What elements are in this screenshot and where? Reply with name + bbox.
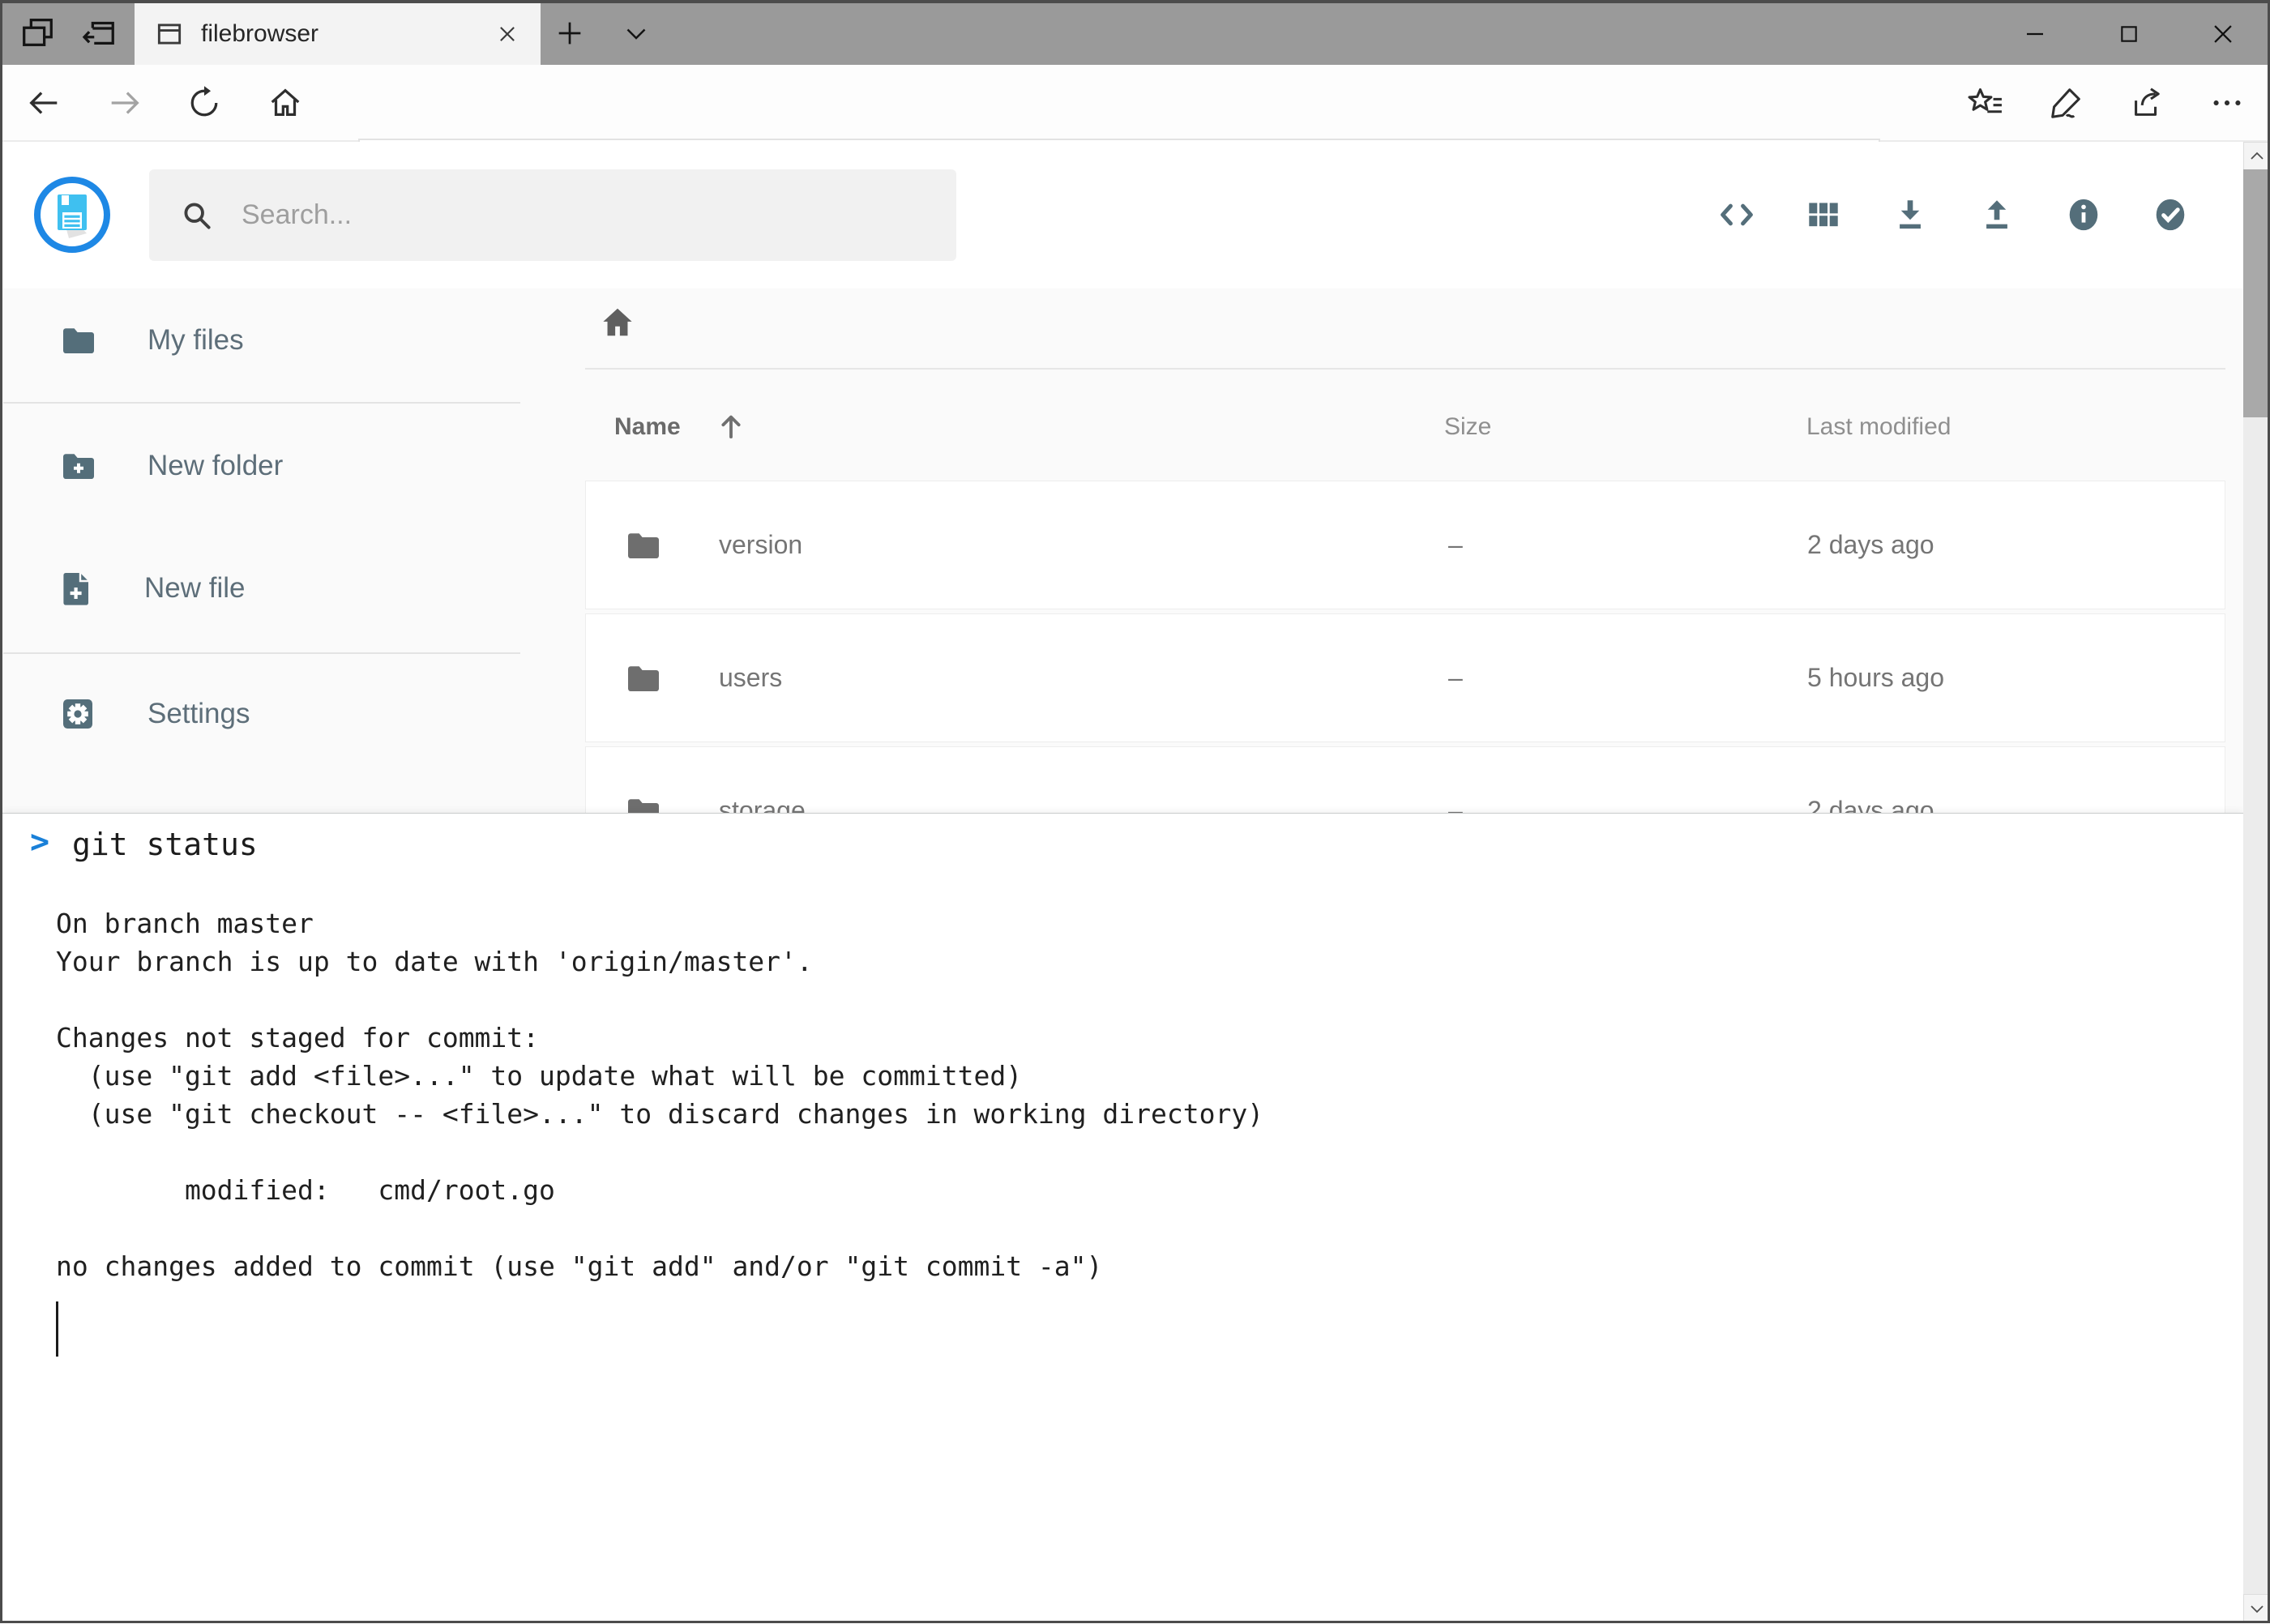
filebrowser-logo <box>34 177 110 253</box>
terminal-output: On branch master Your branch is up to da… <box>56 904 1263 1285</box>
create-folder-icon <box>58 447 97 485</box>
window-close-icon[interactable] <box>2176 3 2270 65</box>
sidebar-item-label: New file <box>144 572 245 605</box>
sidebar-divider <box>3 652 520 654</box>
file-name: users <box>719 614 782 741</box>
new-tab-icon[interactable] <box>548 11 592 55</box>
terminal-command: git status <box>72 827 258 862</box>
sidebar-item-label: Settings <box>147 698 250 730</box>
page-scrollbar[interactable] <box>2243 142 2270 1623</box>
filebrowser-header <box>2 142 2243 288</box>
table-row-version[interactable]: version – 2 days ago <box>585 481 2225 609</box>
column-header-modified[interactable]: Last modified <box>1806 413 1951 441</box>
file-modified: 2 days ago <box>1807 481 1934 609</box>
upload-icon[interactable] <box>1973 190 2021 239</box>
ink-pen-icon[interactable] <box>2043 80 2088 126</box>
browser-titlebar: filebrowser <box>0 0 2270 65</box>
floppy-disk-icon <box>49 190 95 240</box>
download-icon[interactable] <box>1886 190 1934 239</box>
minimize-icon[interactable] <box>1988 3 2082 65</box>
page-icon <box>154 19 185 49</box>
forward-icon[interactable] <box>102 80 147 126</box>
tab-close-icon[interactable] <box>495 22 519 46</box>
favorites-hub-icon[interactable] <box>1963 80 2008 126</box>
file-size: – <box>1448 481 1463 609</box>
set-tabs-aside-icon[interactable] <box>76 10 122 55</box>
sidebar-divider <box>3 402 520 404</box>
tab-filebrowser[interactable]: filebrowser <box>135 3 541 65</box>
sidebar-item-new-folder[interactable]: New folder <box>0 430 521 502</box>
file-modified: 5 hours ago <box>1807 614 1944 741</box>
maximize-icon[interactable] <box>2082 3 2176 65</box>
sidebar-item-new-file[interactable]: New file <box>0 553 521 624</box>
share-icon[interactable] <box>2124 80 2170 126</box>
arrow-up-icon <box>712 407 750 446</box>
scrollbar-thumb[interactable] <box>2243 169 2270 417</box>
scroll-down-icon[interactable] <box>2243 1594 2270 1623</box>
sidebar-item-my-files[interactable]: My files <box>0 305 521 376</box>
terminal-cursor <box>56 1301 58 1357</box>
folder-icon <box>58 321 97 360</box>
column-header-size[interactable]: Size <box>1444 413 1491 441</box>
breadcrumb-home-icon[interactable] <box>598 303 637 342</box>
terminal-prompt-chevron: > <box>30 823 49 861</box>
search-bar <box>149 169 956 261</box>
create-file-icon <box>58 569 94 608</box>
table-row-users[interactable]: users – 5 hours ago <box>585 613 2225 742</box>
sidebar-item-settings[interactable]: Settings <box>0 678 521 750</box>
file-name: version <box>719 481 802 609</box>
breadcrumb-divider <box>585 368 2225 370</box>
check-circle-icon[interactable] <box>2146 190 2195 239</box>
home-icon[interactable] <box>263 80 308 126</box>
ellipsis-icon[interactable] <box>2204 80 2250 126</box>
tab-preview-chevron-icon[interactable] <box>614 11 658 55</box>
settings-icon <box>58 694 97 733</box>
code-icon[interactable] <box>1712 190 1761 239</box>
tabs-set-aside-icon[interactable] <box>15 10 60 55</box>
refresh-icon[interactable] <box>182 80 227 126</box>
info-filled-icon[interactable] <box>2059 190 2108 239</box>
file-size: – <box>1448 614 1463 741</box>
back-icon[interactable] <box>21 80 66 126</box>
sidebar-item-label: My files <box>147 324 244 357</box>
grid-view-icon[interactable] <box>1799 190 1848 239</box>
column-header-name[interactable]: Name <box>614 405 768 447</box>
search-input[interactable] <box>149 169 956 261</box>
sidebar-item-label: New folder <box>147 450 283 482</box>
browser-toolbar: filebrowser.web/files/ <box>0 65 2270 142</box>
tab-title: filebrowser <box>201 20 495 48</box>
folder-icon <box>623 659 662 698</box>
scroll-up-icon[interactable] <box>2243 142 2270 171</box>
terminal-panel[interactable]: > git status On branch master Your branc… <box>2 813 2243 1624</box>
folder-icon <box>623 526 662 565</box>
